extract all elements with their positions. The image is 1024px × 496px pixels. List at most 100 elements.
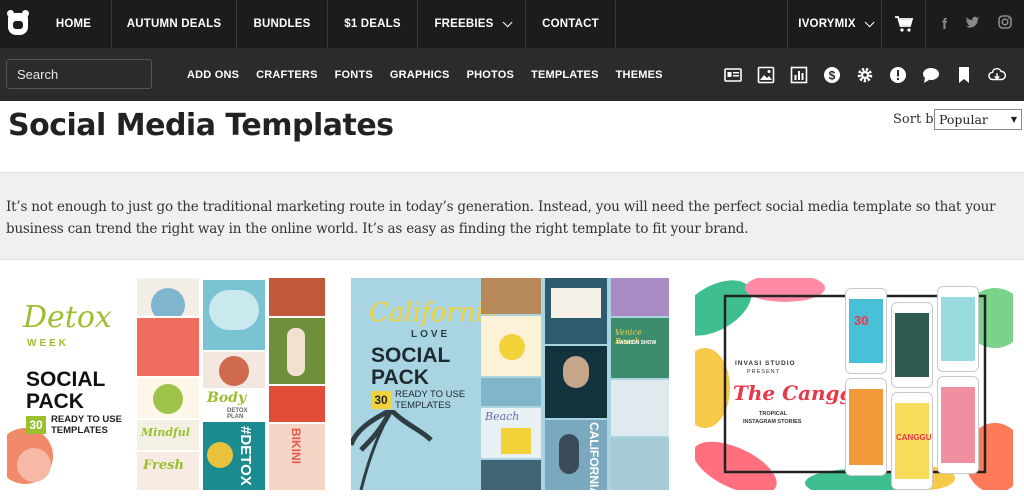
page-title: Social Media Templates — [8, 108, 394, 143]
gear-icon[interactable] — [856, 66, 874, 84]
description-text: It’s not enough to just go the tradition… — [6, 199, 996, 237]
nav-1-dollar-deals[interactable]: $1 DEALS — [328, 0, 418, 48]
preview-tile — [203, 280, 265, 350]
preview-tile — [137, 318, 199, 376]
image-icon[interactable] — [757, 66, 775, 84]
search-input[interactable] — [6, 59, 152, 89]
california-headline-pack: PACK — [371, 366, 429, 389]
category-graphics[interactable]: GRAPHICS — [390, 69, 450, 81]
category-templates[interactable]: TEMPLATES — [531, 69, 599, 81]
preview-tile: Venice Beach FASHION SHOW — [611, 318, 669, 378]
preview-tile: Body DETOX PLAN — [203, 390, 265, 420]
canggu-present: PRESENT — [747, 369, 780, 375]
phone-mockup — [937, 376, 979, 474]
preview-tile — [481, 460, 541, 490]
cart-icon — [894, 16, 913, 32]
nav-freebies[interactable]: FREEBIES — [418, 0, 526, 48]
preview-tile — [203, 352, 265, 388]
svg-text:$: $ — [829, 68, 836, 82]
nav-bundles[interactable]: BUNDLES — [237, 0, 328, 48]
preview-tile — [137, 378, 199, 418]
detox-script-title: Detox — [23, 300, 112, 335]
dropdown-arrow-icon: ▼ — [1010, 115, 1017, 124]
bear-logo-icon — [7, 10, 29, 35]
sort-selected-value: Popular — [939, 112, 988, 127]
category-fonts[interactable]: FONTS — [335, 69, 373, 81]
detox-sub2: TEMPLATES — [51, 425, 108, 436]
phone-mockup — [891, 302, 933, 388]
social-links: f — [926, 0, 1024, 48]
facebook-icon[interactable]: f — [942, 16, 947, 33]
chat-icon[interactable] — [922, 66, 940, 84]
preview-tile — [611, 438, 669, 490]
phone-mockup — [845, 378, 887, 476]
nav-spacer — [616, 0, 788, 48]
preview-tile — [481, 378, 541, 406]
nav-autumn-deals[interactable]: AUTUMN DEALS — [112, 0, 237, 48]
california-script-title: California — [369, 298, 500, 328]
canggu-tagline2: INSTAGRAM STORIES — [743, 419, 802, 425]
bookmark-icon[interactable] — [955, 66, 973, 84]
utility-icons: $ — [724, 48, 1006, 101]
category-crafters[interactable]: CRAFTERS — [256, 69, 318, 81]
category-photos[interactable]: PHOTOS — [467, 69, 514, 81]
product-card-detox-social-pack[interactable]: Detox WEEK SOCIAL PACK 30 READY TO USE T… — [7, 278, 325, 490]
preview-tile: Fresh — [137, 452, 199, 490]
preview-tile — [545, 346, 607, 418]
category-bar: ADD ONS CRAFTERS FONTS GRAPHICS PHOTOS T… — [0, 48, 1024, 101]
preview-tile — [137, 278, 199, 316]
preview-tile: Beach — [481, 408, 541, 458]
preview-tile — [481, 316, 541, 376]
twitter-icon[interactable] — [965, 16, 980, 33]
cloud-download-icon[interactable] — [988, 66, 1006, 84]
chevron-down-icon — [864, 16, 875, 27]
detox-headline-pack: PACK — [26, 390, 84, 413]
preview-tile: BIKINI — [269, 424, 325, 490]
preview-tile — [269, 318, 325, 384]
sort-dropdown[interactable]: Popular ▼ — [934, 109, 1022, 130]
nav-home[interactable]: HOME — [36, 0, 112, 48]
preview-tile: #DETOX — [203, 422, 265, 490]
category-description: It’s not enough to just go the tradition… — [0, 172, 1024, 260]
chevron-down-icon — [502, 16, 513, 27]
account-menu[interactable]: IVORYMIX — [788, 0, 882, 48]
detox-headline-social: SOCIAL — [26, 368, 106, 391]
product-card-california-social-pack[interactable]: California LOVE SOCIAL PACK 30 READY TO … — [351, 278, 669, 490]
category-themes[interactable]: THEMES — [616, 69, 663, 81]
california-headline-social: SOCIAL — [371, 344, 451, 367]
phone-mockup: 30 — [845, 288, 887, 374]
preview-tile — [269, 386, 325, 422]
cart-button[interactable] — [882, 0, 926, 48]
phone-mockup — [937, 286, 979, 372]
preview-tile: Mindful — [137, 420, 199, 450]
preview-tile — [611, 380, 669, 436]
category-links: ADD ONS CRAFTERS FONTS GRAPHICS PHOTOS T… — [187, 48, 680, 101]
preview-tile — [269, 278, 325, 316]
preview-tile: CALIFORNIA — [545, 420, 607, 490]
id-card-icon[interactable] — [724, 66, 742, 84]
california-sub1: READY TO USE — [395, 389, 466, 400]
detox-sub1: READY TO USE — [51, 414, 122, 425]
nav-freebies-label: FREEBIES — [434, 18, 494, 30]
preview-tile — [481, 278, 541, 314]
preview-tile — [545, 278, 607, 344]
preview-tile — [611, 278, 669, 316]
california-love-label: LOVE — [411, 329, 451, 340]
detox-week-label: WEEK — [27, 338, 69, 349]
top-nav-bar: HOME AUTUMN DEALS BUNDLES $1 DEALS FREEB… — [0, 0, 1024, 48]
category-add-ons[interactable]: ADD ONS — [187, 69, 239, 81]
instagram-icon[interactable] — [998, 15, 1012, 33]
canggu-studio: INVASI STUDIO — [735, 360, 796, 367]
alert-icon[interactable] — [889, 66, 907, 84]
california-count-badge: 30 — [371, 391, 391, 409]
dollar-icon[interactable]: $ — [823, 66, 841, 84]
bar-chart-icon[interactable] — [790, 66, 808, 84]
product-card-the-canggu[interactable]: INVASI STUDIO PRESENT The Canggu TROPICA… — [695, 278, 1013, 490]
account-label: IVORYMIX — [798, 18, 856, 30]
nav-contact[interactable]: CONTACT — [526, 0, 616, 48]
canggu-tagline1: TROPICAL — [759, 411, 788, 417]
california-sub2: TEMPLATES — [395, 400, 451, 411]
site-logo[interactable] — [0, 0, 36, 48]
detox-count-badge: 30 — [26, 416, 46, 434]
phone-mockup: CANGGU — [891, 392, 933, 490]
